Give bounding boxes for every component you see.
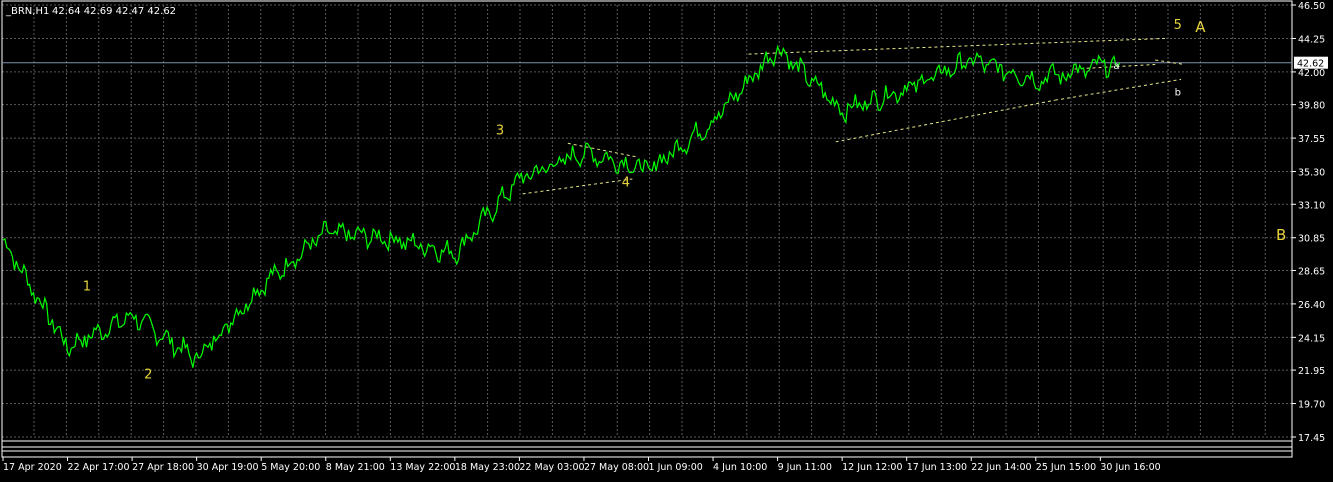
y-tick-label: 24.15 (1298, 333, 1325, 344)
y-tick-label: 28.65 (1298, 266, 1325, 277)
x-tick-label: 30 Apr 19:00 (197, 462, 259, 473)
x-tick-label: 1 Jun 09:00 (649, 462, 703, 473)
wave-label-4: 4 (622, 175, 630, 190)
y-tick-label: 26.40 (1298, 300, 1325, 311)
wave-label-A: A (1195, 18, 1206, 36)
y-tick-label: 33.10 (1298, 200, 1325, 211)
x-tick-label: 5 May 20:00 (261, 462, 320, 473)
x-tick-label: 4 Jun 10:00 (713, 462, 767, 473)
x-tick-label: 12 Jun 12:00 (842, 462, 902, 473)
y-tick-label: 37.55 (1298, 134, 1325, 145)
wave-label-B: B (1276, 226, 1286, 244)
x-tick-label: 27 May 08:00 (584, 462, 649, 473)
x-tick-label: 30 Jun 16:00 (1100, 462, 1160, 473)
symbol-label: _BRN,H1 (5, 6, 49, 17)
y-tick-label: 39.80 (1298, 101, 1325, 112)
wave-label-1: 1 (83, 280, 91, 295)
y-tick-label: 46.50 (1298, 1, 1325, 12)
y-tick-label: 17.45 (1298, 433, 1325, 444)
x-tick-label: 27 Apr 18:00 (132, 462, 194, 473)
wave-label-a: a (1113, 61, 1119, 72)
current-price-label: 42.62 (1297, 59, 1324, 70)
y-tick-label: 35.30 (1298, 168, 1325, 179)
x-tick-label: 22 May 03:00 (519, 462, 584, 473)
y-tick-label: 21.95 (1298, 366, 1325, 377)
x-tick-label: 17 Jun 13:00 (907, 462, 967, 473)
x-tick-label: 13 May 22:00 (390, 462, 455, 473)
x-tick-label: 22 Apr 17:00 (68, 462, 130, 473)
y-tick-label: 19.70 (1298, 400, 1325, 411)
chart-svg: 12345 ABab 46.5044.2542.0039.8037.5535.30… (0, 0, 1333, 478)
x-tick-label: 8 May 21:00 (326, 462, 385, 473)
y-tick-label: 44.25 (1298, 34, 1325, 45)
price-chart[interactable]: 12345ABab 46.50 44.25 42.00 39.80 37.55 35.30… (0, 0, 1333, 478)
x-tick-label: 25 Jun 15:00 (1036, 462, 1096, 473)
y-tick-label: 30.85 (1298, 234, 1325, 245)
x-tick-label: 22 Jun 14:00 (971, 462, 1031, 473)
x-tick-label: 17 Apr 2020 (3, 462, 62, 473)
x-tick-label: 18 May 23:00 (455, 462, 520, 473)
x-tick-label: 9 Jun 11:00 (778, 462, 832, 473)
ohlc-values: 42.64 42.69 42.47 42.62 (52, 6, 176, 17)
wave-label-2: 2 (144, 367, 152, 382)
wave-label-3: 3 (496, 123, 504, 138)
wave-label-5: 5 (1174, 18, 1182, 33)
wave-label-b: b (1175, 88, 1181, 99)
